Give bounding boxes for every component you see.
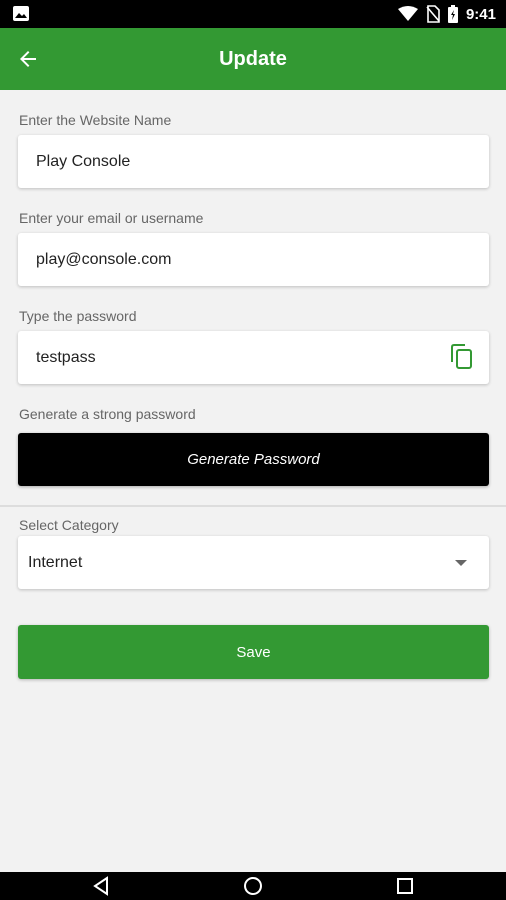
website-name-field[interactable]: Play Console [18, 135, 489, 188]
email-value: play@console.com [36, 250, 172, 268]
email-field[interactable]: play@console.com [18, 233, 489, 286]
back-triangle-icon[interactable] [91, 876, 111, 896]
save-button[interactable]: Save [18, 625, 489, 679]
category-value: Internet [28, 553, 83, 571]
password-field[interactable]: testpass [18, 331, 489, 384]
page-title: Update [219, 48, 287, 70]
category-select[interactable]: Internet [18, 536, 489, 589]
copy-icon[interactable] [449, 344, 473, 370]
category-label: Select Category [19, 517, 119, 533]
battery-icon [447, 5, 458, 23]
home-circle-icon[interactable] [243, 876, 263, 896]
generate-label: Generate a strong password [19, 406, 196, 422]
website-name-label: Enter the Website Name [19, 112, 172, 128]
recents-square-icon[interactable] [395, 876, 415, 896]
no-sim-icon [426, 5, 440, 23]
wifi-icon [397, 6, 418, 21]
dropdown-arrow-icon [455, 560, 467, 566]
gallery-icon [13, 6, 29, 21]
status-icons: 9:41 [397, 4, 496, 24]
email-label: Enter your email or username [19, 210, 204, 226]
status-bar: 9:41 [0, 0, 506, 28]
navigation-bar [0, 872, 506, 900]
password-label: Type the password [19, 308, 137, 324]
app-bar: Update [0, 28, 506, 90]
website-name-value: Play Console [36, 152, 131, 170]
generate-password-button[interactable]: Generate Password [18, 433, 489, 486]
password-value: testpass [36, 348, 96, 366]
status-time: 9:41 [465, 5, 496, 23]
divider [0, 505, 506, 507]
